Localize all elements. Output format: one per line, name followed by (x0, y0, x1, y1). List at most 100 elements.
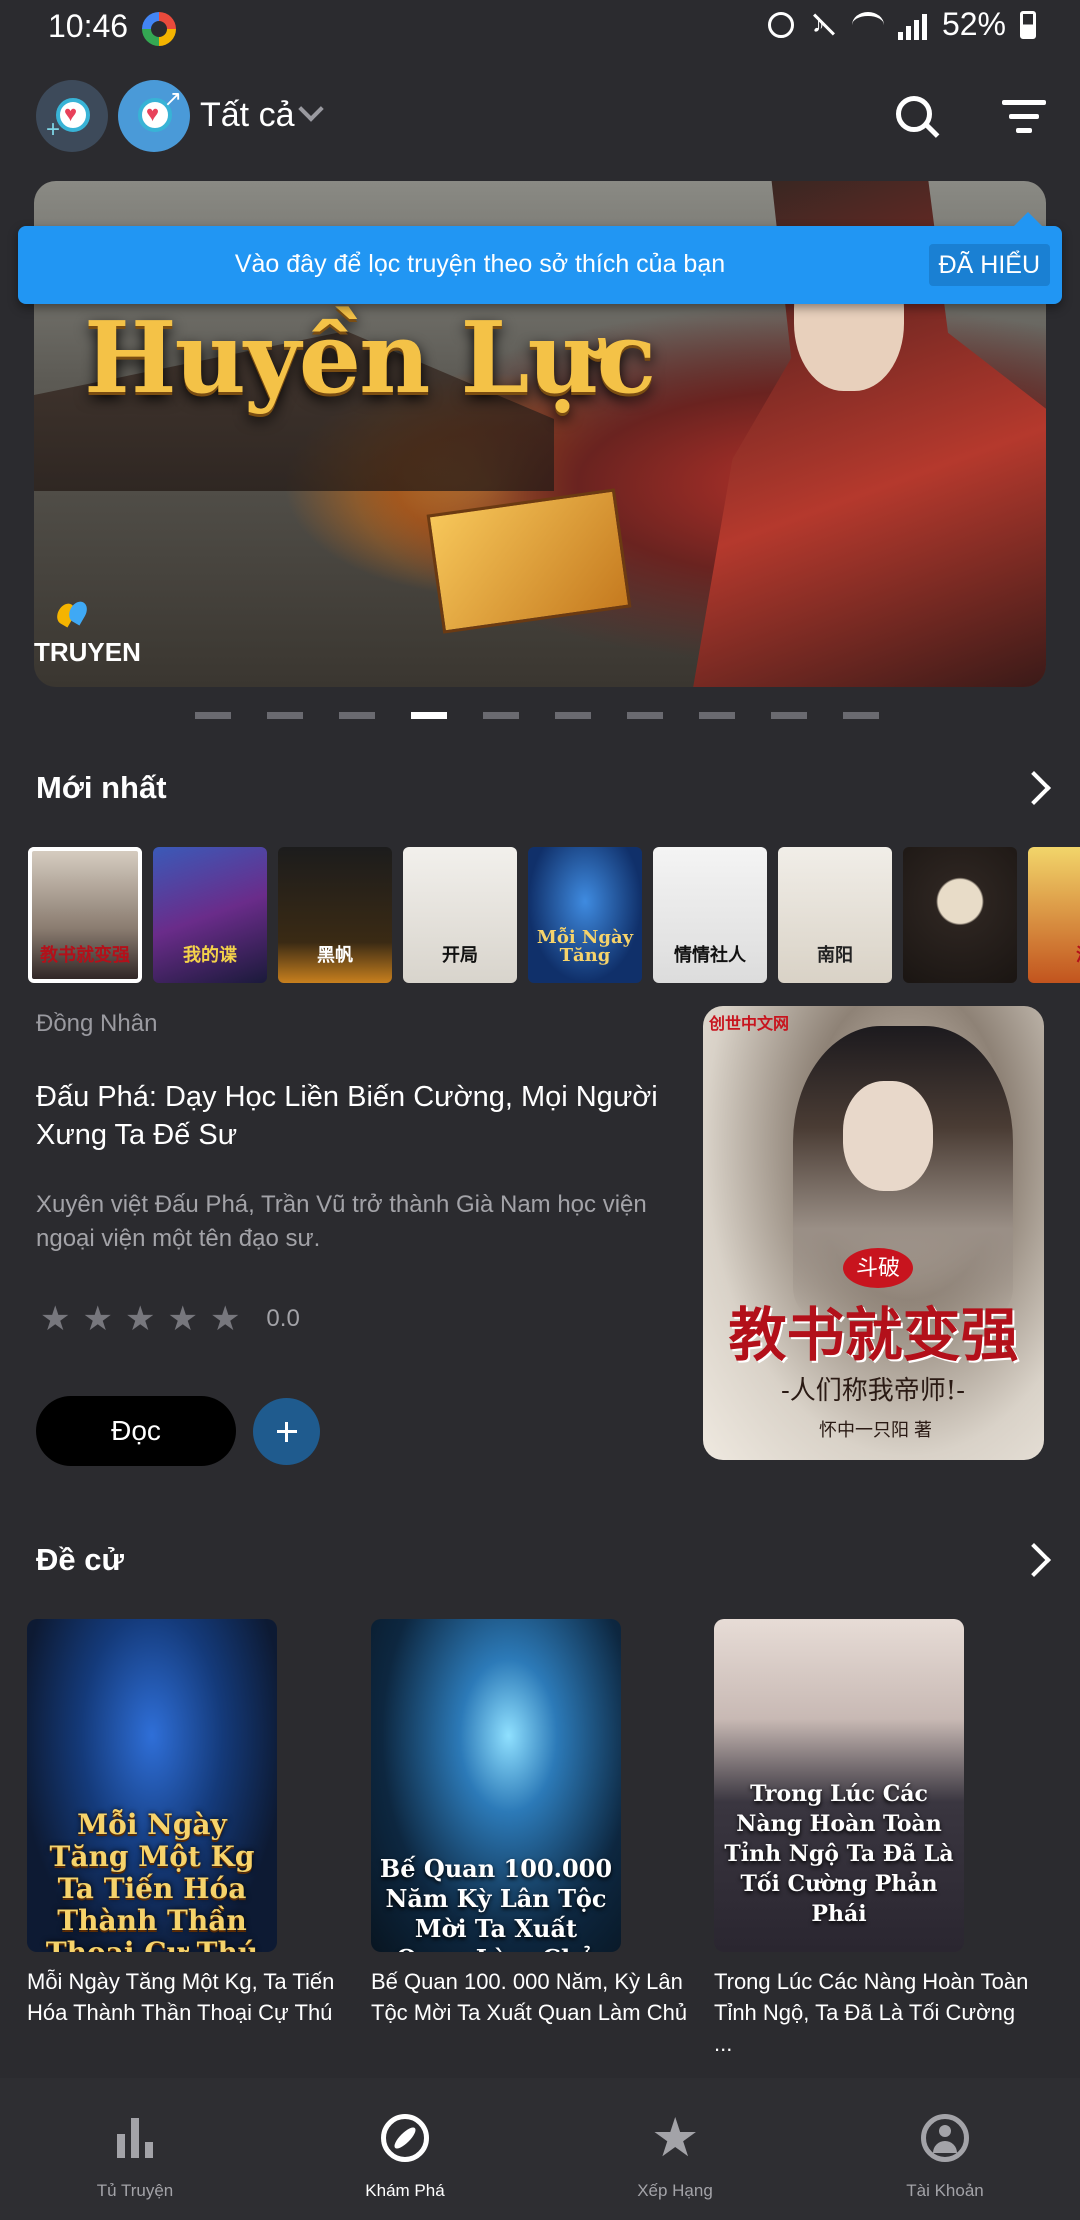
nav-label: Khám Phá (365, 2181, 445, 2200)
nav-account[interactable]: Tài Khoản (810, 2078, 1080, 2220)
pager-dot[interactable] (411, 712, 447, 719)
newest-thumbnail[interactable]: 我的谍 (153, 847, 267, 983)
recommend-item[interactable]: Trong Lúc Các Nàng Hoàn Toàn Tỉnh Ngộ Ta… (714, 1619, 1028, 2059)
cover-subtitle: -人们称我帝师!- (780, 1376, 966, 1406)
pager-dot[interactable] (339, 712, 375, 719)
battery-percent: 52% (941, 6, 1006, 42)
heart-icon (56, 98, 90, 132)
star-icon: ★ (124, 1300, 156, 1338)
newest-thumbnail[interactable]: 教书就变强 (28, 847, 142, 983)
female-filter-button[interactable]: + (36, 80, 108, 152)
pager-dot[interactable] (771, 712, 807, 719)
male-filter-button[interactable]: ↗ (118, 80, 190, 152)
recommend-item[interactable]: Mỗi Ngày Tăng Một Kg Ta Tiến Hóa Thành T… (27, 1619, 334, 2028)
bottom-navigation: Tủ Truyện Khám Phá ★ Xếp Hạng Tài Khoản (0, 2078, 1080, 2220)
newest-thumbnail[interactable]: 开局 (403, 847, 517, 983)
recommend-title[interactable]: Trong Lúc Các Nàng Hoàn Toàn Tỉnh Ngộ, T… (714, 1966, 1034, 2059)
star-icon: ★ (167, 1300, 198, 1338)
signal-icon (897, 10, 928, 40)
thumbnail-caption: 教书就变强 (40, 945, 130, 966)
pager-dot[interactable] (195, 712, 231, 719)
newest-thumbnail[interactable]: 情情社人 (653, 847, 767, 983)
male-symbol-icon: ↗ (163, 86, 182, 111)
top-bar: + ↗ Tất cả (0, 80, 1080, 156)
chevron-down-icon[interactable] (298, 96, 324, 122)
featured-genre: Đồng Nhân (36, 1010, 158, 1037)
alarm-icon (767, 11, 794, 38)
banner-title: Huyền Lực (84, 301, 656, 416)
nav-label: Xếp Hạng (637, 2181, 713, 2200)
featured-book-description: Xuyên việt Đấu Phá, Trần Vũ trở thành Gi… (36, 1191, 647, 1252)
tooltip-dismiss-button[interactable]: ĐÃ HIỂU (928, 244, 1050, 286)
mute-icon (808, 8, 838, 40)
pager-dot[interactable] (483, 712, 519, 719)
status-icons: 52% (767, 6, 1036, 43)
recommend-cover[interactable]: Bế Quan 100.000 Năm Kỳ Lân Tộc Mời Ta Xu… (371, 1619, 621, 1952)
recommend-cover[interactable]: Trong Lúc Các Nàng Hoàn Toàn Tỉnh Ngộ Ta… (714, 1619, 964, 1952)
recommend-more-arrow-icon[interactable] (1017, 1543, 1051, 1577)
read-button[interactable]: Đọc (36, 1396, 236, 1466)
newest-more-arrow-icon[interactable] (1017, 771, 1051, 805)
cover-title: 教书就变强 (728, 1301, 1019, 1369)
newest-thumbnail[interactable] (903, 847, 1017, 983)
status-time: 10:46 (48, 8, 129, 44)
recommend-cover-text: Mỗi Ngày Tăng Một Kg Ta Tiến Hóa Thành T… (46, 1808, 258, 1953)
newest-thumbnail-strip: 教书就变强 我的谍 黑帆 开局 Mỗi Ngày Tăng 情情社人 南阳 浪 (28, 847, 1080, 983)
newest-section-title: Mới nhất (36, 770, 167, 805)
star-icon: ★ (209, 1300, 241, 1338)
newest-thumbnail[interactable]: 浪 (1028, 847, 1080, 983)
thumbnail-caption: 我的谍 (183, 945, 237, 966)
star-icon: ★ (82, 1300, 113, 1338)
banner-pager (195, 712, 879, 719)
recommend-cover-text: Bế Quan 100.000 Năm Kỳ Lân Tộc Mời Ta Xu… (379, 1854, 613, 1952)
nav-ranking[interactable]: ★ Xếp Hạng (540, 2078, 810, 2220)
recommend-title[interactable]: Mỗi Ngày Tăng Một Kg, Ta Tiến Hóa Thành … (27, 1966, 347, 2028)
recommend-title[interactable]: Bế Quan 100. 000 Năm, Kỳ Lân Tộc Mời Ta … (371, 1966, 691, 2028)
featured-book-cover[interactable]: 创世中文网 斗破 教书就变强 -人们称我帝师!- 怀中一只阳 著 (703, 1006, 1044, 1460)
recommend-cover[interactable]: Mỗi Ngày Tăng Một Kg Ta Tiến Hóa Thành T… (27, 1619, 277, 1952)
female-symbol-icon: + (46, 116, 61, 143)
recommend-item[interactable]: Bế Quan 100.000 Năm Kỳ Lân Tộc Mời Ta Xu… (371, 1619, 687, 2028)
tooltip-message: Vào đây để lọc truyện theo sở thích của … (234, 250, 726, 278)
star-icon: ★ (40, 1300, 71, 1338)
app-notification-icon (142, 12, 176, 46)
genre-filter-dropdown[interactable]: Tất cả (200, 96, 294, 135)
user-icon (921, 2114, 969, 2162)
pager-dot[interactable] (627, 712, 663, 719)
add-to-library-button[interactable] (253, 1398, 320, 1465)
thumbnail-caption: 开局 (442, 945, 478, 966)
nav-label: Tủ Truyện (96, 2181, 174, 2200)
pager-dot[interactable] (267, 712, 303, 719)
search-icon[interactable] (896, 96, 940, 140)
banner-glowing-book (426, 488, 632, 634)
thumbnail-caption: 情情社人 (674, 945, 746, 966)
recommend-cover-text: Trong Lúc Các Nàng Hoàn Toàn Tỉnh Ngộ Ta… (724, 1781, 954, 1927)
filter-hint-tooltip: Vào đây để lọc truyện theo sở thích của … (18, 212, 1062, 304)
newest-thumbnail[interactable]: 南阳 (778, 847, 892, 983)
banner-logo-text: TRUYEN (34, 637, 141, 667)
bar-chart-icon (111, 2114, 159, 2162)
sort-filter-icon[interactable] (1002, 100, 1046, 134)
thumbnail-caption: 黑帆 (317, 945, 353, 966)
pager-dot[interactable] (843, 712, 879, 719)
battery-icon (1020, 10, 1036, 39)
cover-character-face (843, 1081, 933, 1191)
newest-thumbnail[interactable]: Mỗi Ngày Tăng (528, 847, 642, 983)
status-bar: 10:46 52% (0, 0, 1080, 56)
nav-explore[interactable]: Khám Phá (270, 2078, 540, 2220)
compass-icon (381, 2114, 429, 2162)
featured-book-title[interactable]: Đấu Phá: Dạy Học Liền Biến Cường, Mọi Ng… (36, 1078, 666, 1154)
pager-dot[interactable] (555, 712, 591, 719)
app-logo-icon (53, 598, 91, 628)
nav-label: Tài Khoản (906, 2181, 984, 2200)
featured-rating: ★ ★ ★ ★ ★ 0.0 (40, 1302, 300, 1336)
rating-value: 0.0 (266, 1305, 300, 1332)
pager-dot[interactable] (699, 712, 735, 719)
cover-series-badge: 斗破 (843, 1248, 913, 1288)
thumbnail-caption: Mỗi Ngày Tăng (536, 927, 634, 966)
nav-library[interactable]: Tủ Truyện (0, 2078, 270, 2220)
newest-thumbnail[interactable]: 黑帆 (278, 847, 392, 983)
wifi-icon (851, 11, 884, 38)
cover-author: 怀中一只阳 著 (819, 1420, 933, 1440)
thumbnail-caption: 南阳 (817, 945, 853, 966)
